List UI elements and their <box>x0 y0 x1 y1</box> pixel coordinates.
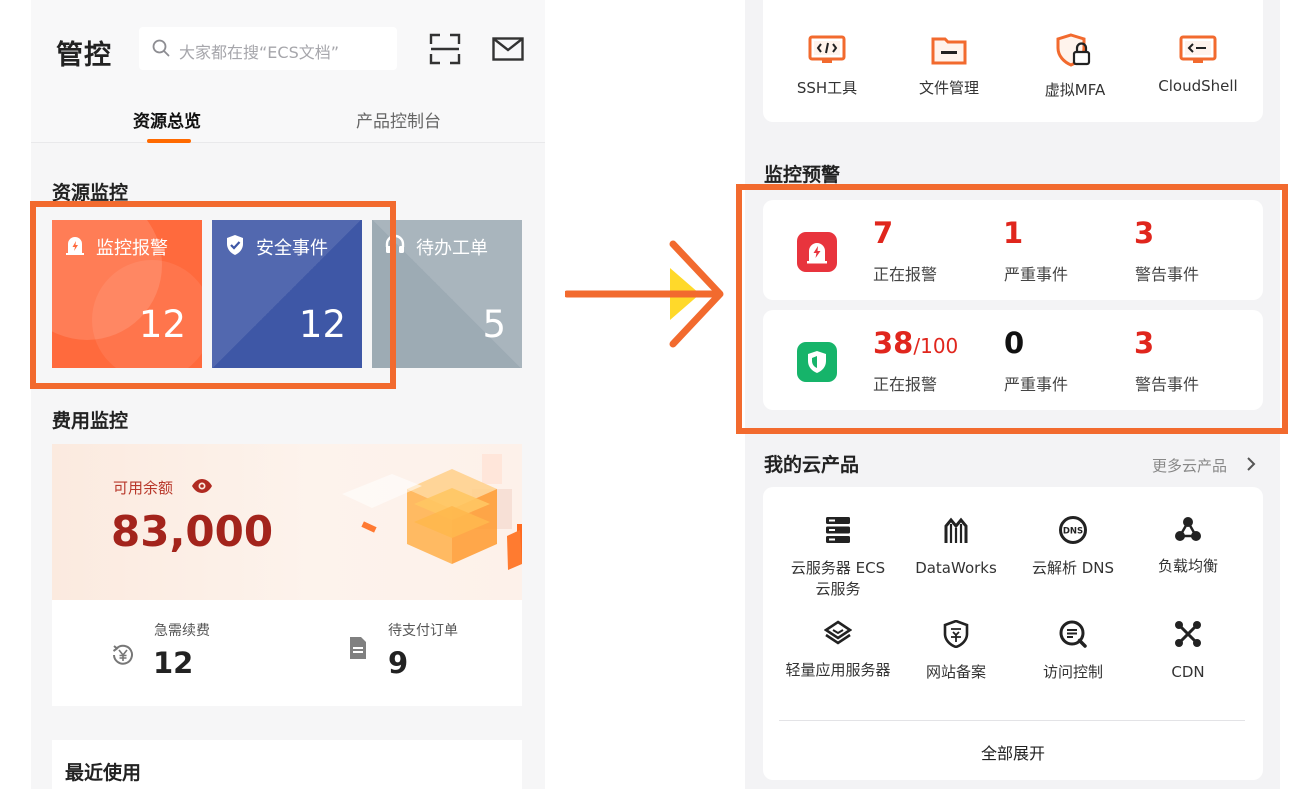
expand-all-button[interactable]: 全部展开 <box>763 740 1263 764</box>
balance-banner: 可用余额 83,000 <box>52 444 522 600</box>
left-screen: 管控 大家都在搜“ECS文档” 资源总览 产品控制台 资源监控 监控报警 12 … <box>31 0 545 789</box>
product-label: 网站备案 <box>925 663 986 681</box>
product-website-filing[interactable]: 网站备案 <box>896 619 1016 683</box>
divider <box>779 720 1245 721</box>
search-input[interactable]: 大家都在搜“ECS文档” <box>139 27 397 70</box>
product-dns[interactable]: DNS 云解析 DNS <box>1013 516 1133 579</box>
tool-label: CloudShell <box>1158 77 1238 95</box>
balance-value: 83,000 <box>111 507 274 556</box>
tab-resource-overview[interactable]: 资源总览 <box>133 107 201 132</box>
mail-icon[interactable] <box>492 37 524 61</box>
terminal-code-icon <box>808 35 846 63</box>
product-cdn[interactable]: CDN <box>1128 620 1248 683</box>
dataworks-icon <box>944 517 968 543</box>
urgent-renew-label: 急需续费 <box>154 623 210 639</box>
pending-orders-label: 待支付订单 <box>388 623 458 639</box>
search-icon <box>152 39 170 57</box>
tool-virtual-mfa[interactable]: 虚拟MFA <box>1020 33 1130 100</box>
product-label: 负载均衡 <box>1157 557 1218 575</box>
server-icon <box>826 517 850 543</box>
tab-product-console[interactable]: 产品控制台 <box>356 107 441 132</box>
chevron-right-icon[interactable] <box>1246 456 1256 472</box>
renew-yen-icon <box>112 644 133 665</box>
highlight-box-right <box>736 184 1288 434</box>
cube-illustration <box>342 454 522 570</box>
cost-monitor-title: 费用监控 <box>52 410 129 432</box>
cdn-icon <box>1175 621 1201 647</box>
tool-label: SSH工具 <box>796 79 858 97</box>
monitor-alert-title: 监控预警 <box>764 164 841 186</box>
dns-icon: DNS <box>1059 516 1087 544</box>
arrow-icon <box>565 240 724 348</box>
product-access-control[interactable]: 访问控制 <box>1013 620 1133 683</box>
active-tab-indicator <box>147 139 191 143</box>
access-control-icon <box>1059 620 1087 648</box>
tool-label: 虚拟MFA <box>1044 81 1106 99</box>
my-products-title: 我的云产品 <box>764 454 860 476</box>
document-icon <box>350 637 366 659</box>
product-label: 云解析 DNS <box>1031 559 1115 577</box>
cloudshell-icon <box>1179 35 1217 63</box>
tile-label: 待办工单 <box>416 238 488 259</box>
tool-cloudshell[interactable]: CloudShell <box>1143 35 1253 95</box>
urgent-renew-value[interactable]: 12 <box>153 646 193 680</box>
eye-icon[interactable] <box>191 478 213 494</box>
filing-icon <box>943 619 969 649</box>
product-load-balancer[interactable]: 负载均衡 <box>1128 516 1248 577</box>
tile-count: 5 <box>482 303 506 346</box>
folder-icon <box>931 37 967 65</box>
scan-icon[interactable] <box>429 33 461 65</box>
recent-title: 最近使用 <box>65 762 142 784</box>
product-label: 轻量应用服务器 <box>785 661 891 679</box>
recent-section: 最近使用 <box>52 740 522 789</box>
product-dataworks[interactable]: DataWorks <box>896 516 1016 579</box>
product-label: 访问控制 <box>1042 663 1103 681</box>
header: 管控 大家都在搜“ECS文档” 资源总览 产品控制台 <box>31 0 545 143</box>
comparison-canvas: 管控 大家都在搜“ECS文档” 资源总览 产品控制台 资源监控 监控报警 12 … <box>0 0 1300 789</box>
products-card: 云服务器 ECS 云服务 DataWorks DNS 云解析 DNS 负载均衡 … <box>763 487 1263 780</box>
more-products-link[interactable]: 更多云产品 <box>1152 455 1227 476</box>
pending-orders-value[interactable]: 9 <box>388 646 408 680</box>
product-ecs[interactable]: 云服务器 ECS 云服务 <box>778 516 898 600</box>
highlight-box-left <box>30 201 396 389</box>
tool-ssh[interactable]: SSH工具 <box>772 35 882 98</box>
lightweight-server-icon <box>823 620 853 645</box>
svg-text:DNS: DNS <box>1063 527 1083 537</box>
product-sublabel: 云服务 <box>815 580 861 598</box>
tool-label: 文件管理 <box>918 79 979 97</box>
tools-card: SSH工具 文件管理 虚拟MFA CloudShell <box>763 0 1263 122</box>
shield-lock-icon <box>1056 33 1091 67</box>
product-label: DataWorks <box>915 559 997 577</box>
cost-card: 可用余额 83,000 急需续费 12 待支付订单 9 <box>52 444 522 706</box>
load-balancer-icon <box>1175 517 1201 541</box>
balance-label: 可用余额 <box>113 479 174 497</box>
product-label: CDN <box>1171 663 1205 681</box>
product-label: 云服务器 ECS <box>790 559 886 577</box>
product-lightweight-server[interactable]: 轻量应用服务器 <box>778 620 898 681</box>
tool-file-manager[interactable]: 文件管理 <box>894 33 1004 98</box>
page-title: 管控 <box>56 40 112 71</box>
search-placeholder: 大家都在搜“ECS文档” <box>179 43 340 62</box>
